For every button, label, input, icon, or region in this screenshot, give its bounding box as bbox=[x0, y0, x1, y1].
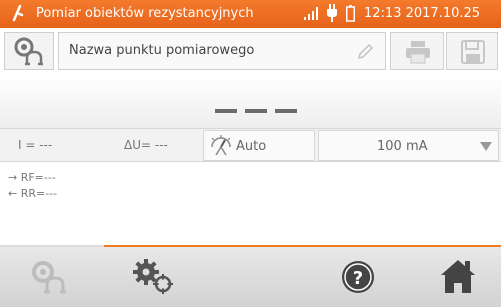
point-name-placeholder: Nazwa punktu pomiarowego bbox=[69, 43, 255, 58]
details-area: → RF=--- ← RR=--- bbox=[0, 163, 501, 245]
parameters-row: I = --- ΔU= --- Auto 100 mA bbox=[0, 128, 501, 162]
svg-text:?: ? bbox=[353, 268, 363, 289]
home-button[interactable] bbox=[405, 247, 501, 307]
rr-readout: ← RR=--- bbox=[8, 187, 58, 200]
datetime: 12:13 2017.10.25 bbox=[364, 6, 481, 21]
result-display bbox=[0, 74, 501, 128]
rf-readout: → RF=--- bbox=[8, 171, 56, 184]
pencil-icon bbox=[357, 43, 374, 60]
plug-icon bbox=[327, 4, 337, 22]
test-current-value: 100 mA bbox=[377, 139, 428, 154]
probe-mode-button[interactable] bbox=[0, 247, 104, 307]
auto-range-icon bbox=[211, 135, 231, 156]
print-button[interactable] bbox=[390, 32, 444, 70]
probe-icon bbox=[32, 261, 66, 294]
battery-icon bbox=[346, 5, 355, 22]
probe-button[interactable] bbox=[4, 32, 54, 70]
status-bar: Pomiar obiektów rezystancyjnych 12:13 20… bbox=[0, 0, 501, 28]
save-icon bbox=[461, 40, 485, 64]
save-button[interactable] bbox=[446, 32, 498, 70]
bottom-toolbar: ? bbox=[0, 247, 501, 307]
probe-icon bbox=[14, 37, 43, 66]
auto-mode-button[interactable]: Auto bbox=[203, 130, 315, 161]
voltage-drop-readout: ΔU= --- bbox=[124, 138, 168, 152]
settings-button[interactable] bbox=[104, 247, 204, 307]
printer-icon bbox=[406, 41, 430, 64]
chevron-down-icon bbox=[480, 142, 492, 151]
meter-icon bbox=[12, 4, 24, 22]
auto-label: Auto bbox=[236, 139, 267, 154]
settings-icon bbox=[133, 259, 173, 294]
header-row: Nazwa punktu pomiarowego bbox=[0, 28, 501, 74]
point-name-field[interactable]: Nazwa punktu pomiarowego bbox=[58, 32, 386, 70]
current-readout: I = --- bbox=[18, 138, 53, 152]
screen-title: Pomiar obiektów rezystancyjnych bbox=[36, 6, 254, 21]
main-value bbox=[215, 109, 297, 113]
home-icon bbox=[441, 260, 475, 293]
help-icon: ? bbox=[342, 261, 374, 293]
test-current-select[interactable]: 100 mA bbox=[318, 130, 499, 161]
help-button[interactable]: ? bbox=[310, 247, 405, 307]
signal-icon bbox=[304, 7, 318, 20]
